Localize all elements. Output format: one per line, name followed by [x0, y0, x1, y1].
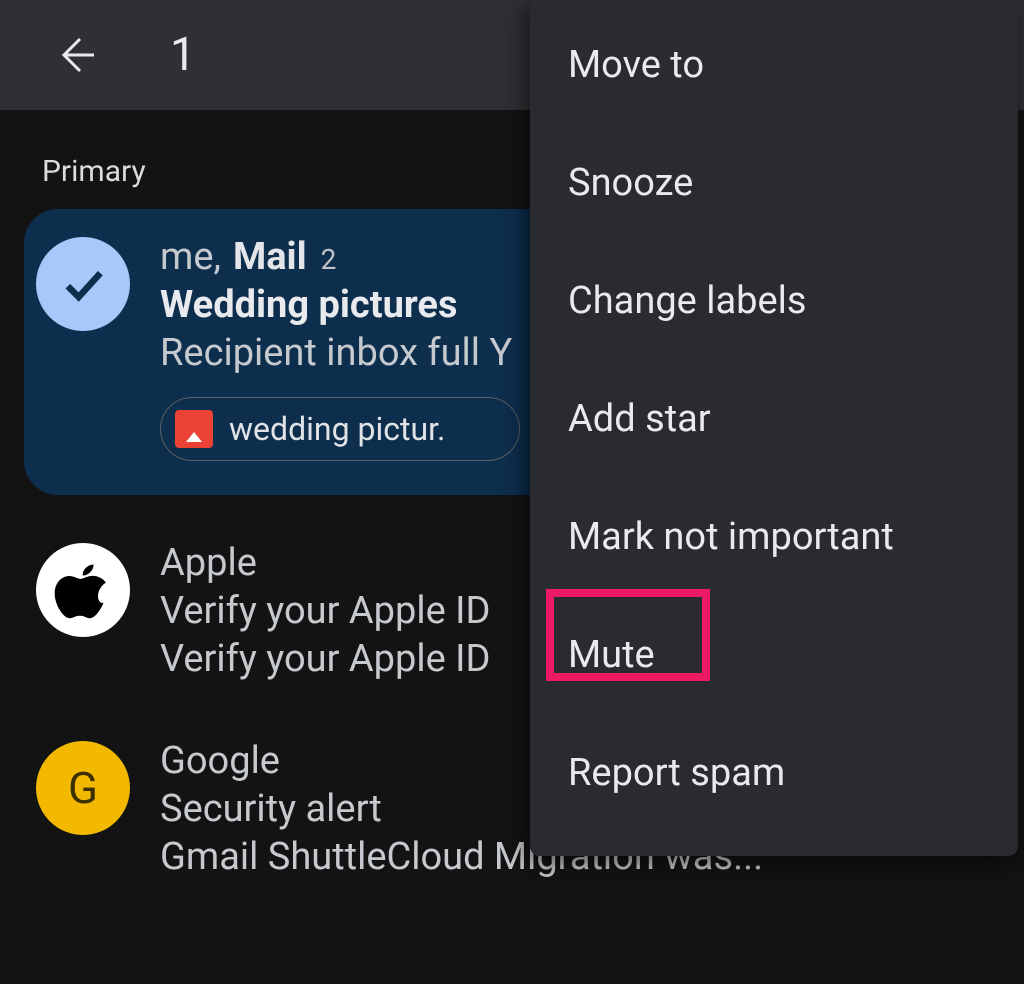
selection-check-avatar[interactable] [36, 237, 130, 331]
sender-avatar-google[interactable]: G [36, 741, 130, 835]
selection-count: 1 [170, 28, 196, 82]
overflow-menu: Move to Snooze Change labels Add star Ma… [530, 0, 1018, 856]
attachment-name: wedding pictur. [229, 410, 445, 448]
menu-item-add-star[interactable]: Add star [530, 360, 1018, 478]
sender-prefix: me, [160, 235, 221, 279]
sender: Apple [160, 541, 257, 585]
sender-avatar-apple[interactable] [36, 543, 130, 637]
sender-bold: Mail [233, 235, 307, 279]
menu-item-mute[interactable]: Mute [530, 596, 1018, 714]
arrow-left-icon [52, 31, 100, 79]
menu-item-change-labels[interactable]: Change labels [530, 242, 1018, 360]
menu-item-mark-not-important[interactable]: Mark not important [530, 478, 1018, 596]
back-button[interactable] [44, 23, 108, 87]
menu-item-snooze[interactable]: Snooze [530, 124, 1018, 242]
sender: Google [160, 739, 280, 783]
apple-logo-icon [54, 561, 112, 619]
thread-count: 2 [321, 243, 337, 276]
check-icon [57, 258, 109, 310]
image-icon [175, 410, 213, 448]
attachment-chip[interactable]: wedding pictur. [160, 397, 520, 461]
menu-item-move-to[interactable]: Move to [530, 6, 1018, 124]
menu-item-report-spam[interactable]: Report spam [530, 714, 1018, 832]
